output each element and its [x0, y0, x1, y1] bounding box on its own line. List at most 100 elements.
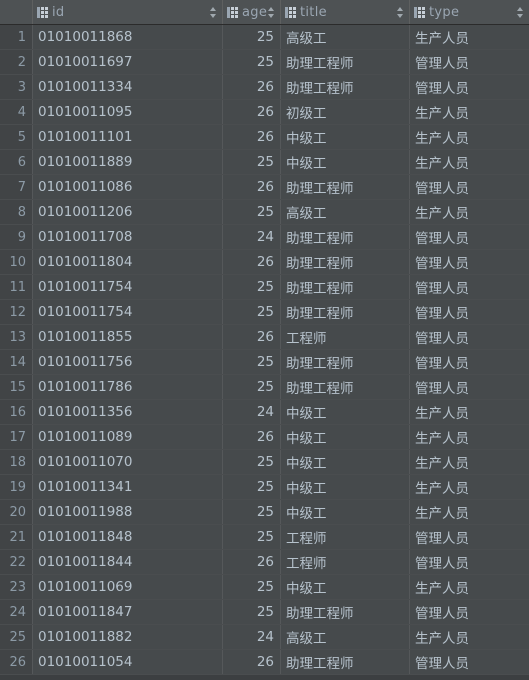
cell-type[interactable]: 生产人员: [410, 100, 529, 124]
cell-title[interactable]: 助理工程师: [281, 300, 410, 324]
cell-id[interactable]: 01010011882: [33, 625, 223, 649]
cell-id[interactable]: 01010011101: [33, 125, 223, 149]
cell-age[interactable]: 26: [223, 650, 281, 674]
cell-age[interactable]: 25: [223, 50, 281, 74]
row-number-cell[interactable]: 6: [0, 150, 33, 174]
row-number-cell[interactable]: 8: [0, 200, 33, 224]
cell-id[interactable]: 01010011847: [33, 600, 223, 624]
cell-age[interactable]: 25: [223, 575, 281, 599]
sort-arrows-icon-title[interactable]: [396, 6, 405, 19]
cell-age[interactable]: 24: [223, 225, 281, 249]
cell-type[interactable]: 管理人员: [410, 375, 529, 399]
cell-id[interactable]: 01010011708: [33, 225, 223, 249]
row-number-cell[interactable]: 22: [0, 550, 33, 574]
cell-id[interactable]: 01010011089: [33, 425, 223, 449]
cell-type[interactable]: 管理人员: [410, 550, 529, 574]
cell-title[interactable]: 助理工程师: [281, 600, 410, 624]
table-row[interactable]: 5 01010011101 26 中级工 生产人员: [0, 125, 529, 150]
cell-age[interactable]: 25: [223, 350, 281, 374]
table-row[interactable]: 24 01010011847 25 助理工程师 管理人员: [0, 600, 529, 625]
row-number-cell[interactable]: 26: [0, 650, 33, 674]
table-row[interactable]: 18 01010011070 25 中级工 生产人员: [0, 450, 529, 475]
cell-type[interactable]: 管理人员: [410, 75, 529, 99]
table-row[interactable]: 15 01010011786 25 助理工程师 管理人员: [0, 375, 529, 400]
cell-age[interactable]: 26: [223, 250, 281, 274]
cell-type[interactable]: 生产人员: [410, 400, 529, 424]
table-row[interactable]: 8 01010011206 25 高级工 生产人员: [0, 200, 529, 225]
cell-title[interactable]: 高级工: [281, 25, 410, 49]
column-header-id[interactable]: id: [33, 0, 223, 24]
row-number-cell[interactable]: 15: [0, 375, 33, 399]
cell-type[interactable]: 生产人员: [410, 450, 529, 474]
cell-id[interactable]: 01010011356: [33, 400, 223, 424]
cell-type[interactable]: 生产人员: [410, 475, 529, 499]
cell-type[interactable]: 管理人员: [410, 50, 529, 74]
cell-age[interactable]: 25: [223, 450, 281, 474]
cell-age[interactable]: 25: [223, 600, 281, 624]
cell-title[interactable]: 初级工: [281, 100, 410, 124]
row-number-cell[interactable]: 11: [0, 275, 33, 299]
cell-title[interactable]: 中级工: [281, 125, 410, 149]
cell-age[interactable]: 24: [223, 400, 281, 424]
cell-title[interactable]: 工程师: [281, 525, 410, 549]
cell-title[interactable]: 中级工: [281, 425, 410, 449]
cell-title[interactable]: 高级工: [281, 200, 410, 224]
cell-title[interactable]: 中级工: [281, 475, 410, 499]
cell-type[interactable]: 管理人员: [410, 300, 529, 324]
cell-age[interactable]: 26: [223, 75, 281, 99]
table-row[interactable]: 26 01010011054 26 助理工程师 管理人员: [0, 650, 529, 675]
cell-age[interactable]: 26: [223, 175, 281, 199]
column-header-age[interactable]: age: [223, 0, 281, 24]
cell-type[interactable]: 管理人员: [410, 225, 529, 249]
cell-type[interactable]: 生产人员: [410, 625, 529, 649]
row-number-header-cell[interactable]: [0, 0, 33, 24]
cell-id[interactable]: 01010011855: [33, 325, 223, 349]
cell-title[interactable]: 助理工程师: [281, 250, 410, 274]
table-row[interactable]: 14 01010011756 25 助理工程师 管理人员: [0, 350, 529, 375]
row-number-cell[interactable]: 25: [0, 625, 33, 649]
cell-id[interactable]: 01010011756: [33, 350, 223, 374]
cell-type[interactable]: 生产人员: [410, 25, 529, 49]
cell-title[interactable]: 助理工程师: [281, 350, 410, 374]
table-row[interactable]: 21 01010011848 25 工程师 管理人员: [0, 525, 529, 550]
row-number-cell[interactable]: 1: [0, 25, 33, 49]
cell-title[interactable]: 助理工程师: [281, 50, 410, 74]
table-row[interactable]: 19 01010011341 25 中级工 生产人员: [0, 475, 529, 500]
cell-type[interactable]: 管理人员: [410, 250, 529, 274]
cell-title[interactable]: 助理工程师: [281, 275, 410, 299]
table-row[interactable]: 7 01010011086 26 助理工程师 管理人员: [0, 175, 529, 200]
cell-title[interactable]: 助理工程师: [281, 75, 410, 99]
table-row[interactable]: 23 01010011069 25 中级工 生产人员: [0, 575, 529, 600]
cell-id[interactable]: 01010011988: [33, 500, 223, 524]
cell-title[interactable]: 中级工: [281, 500, 410, 524]
cell-title[interactable]: 中级工: [281, 150, 410, 174]
cell-id[interactable]: 01010011697: [33, 50, 223, 74]
cell-id[interactable]: 01010011848: [33, 525, 223, 549]
row-number-cell[interactable]: 2: [0, 50, 33, 74]
cell-title[interactable]: 助理工程师: [281, 225, 410, 249]
cell-id[interactable]: 01010011889: [33, 150, 223, 174]
cell-title[interactable]: 助理工程师: [281, 375, 410, 399]
cell-id[interactable]: 01010011754: [33, 275, 223, 299]
table-row[interactable]: 11 01010011754 25 助理工程师 管理人员: [0, 275, 529, 300]
column-header-title[interactable]: title: [281, 0, 410, 24]
row-number-cell[interactable]: 14: [0, 350, 33, 374]
cell-age[interactable]: 26: [223, 325, 281, 349]
cell-id[interactable]: 01010011334: [33, 75, 223, 99]
cell-age[interactable]: 26: [223, 550, 281, 574]
cell-type[interactable]: 管理人员: [410, 275, 529, 299]
row-number-cell[interactable]: 24: [0, 600, 33, 624]
row-number-cell[interactable]: 3: [0, 75, 33, 99]
cell-title[interactable]: 助理工程师: [281, 175, 410, 199]
cell-age[interactable]: 25: [223, 150, 281, 174]
row-number-cell[interactable]: 4: [0, 100, 33, 124]
cell-id[interactable]: 01010011069: [33, 575, 223, 599]
cell-type[interactable]: 管理人员: [410, 175, 529, 199]
cell-type[interactable]: 生产人员: [410, 200, 529, 224]
row-number-cell[interactable]: 12: [0, 300, 33, 324]
cell-id[interactable]: 01010011095: [33, 100, 223, 124]
cell-type[interactable]: 生产人员: [410, 125, 529, 149]
sort-arrows-icon-age[interactable]: [267, 6, 276, 19]
cell-title[interactable]: 中级工: [281, 575, 410, 599]
cell-title[interactable]: 中级工: [281, 450, 410, 474]
